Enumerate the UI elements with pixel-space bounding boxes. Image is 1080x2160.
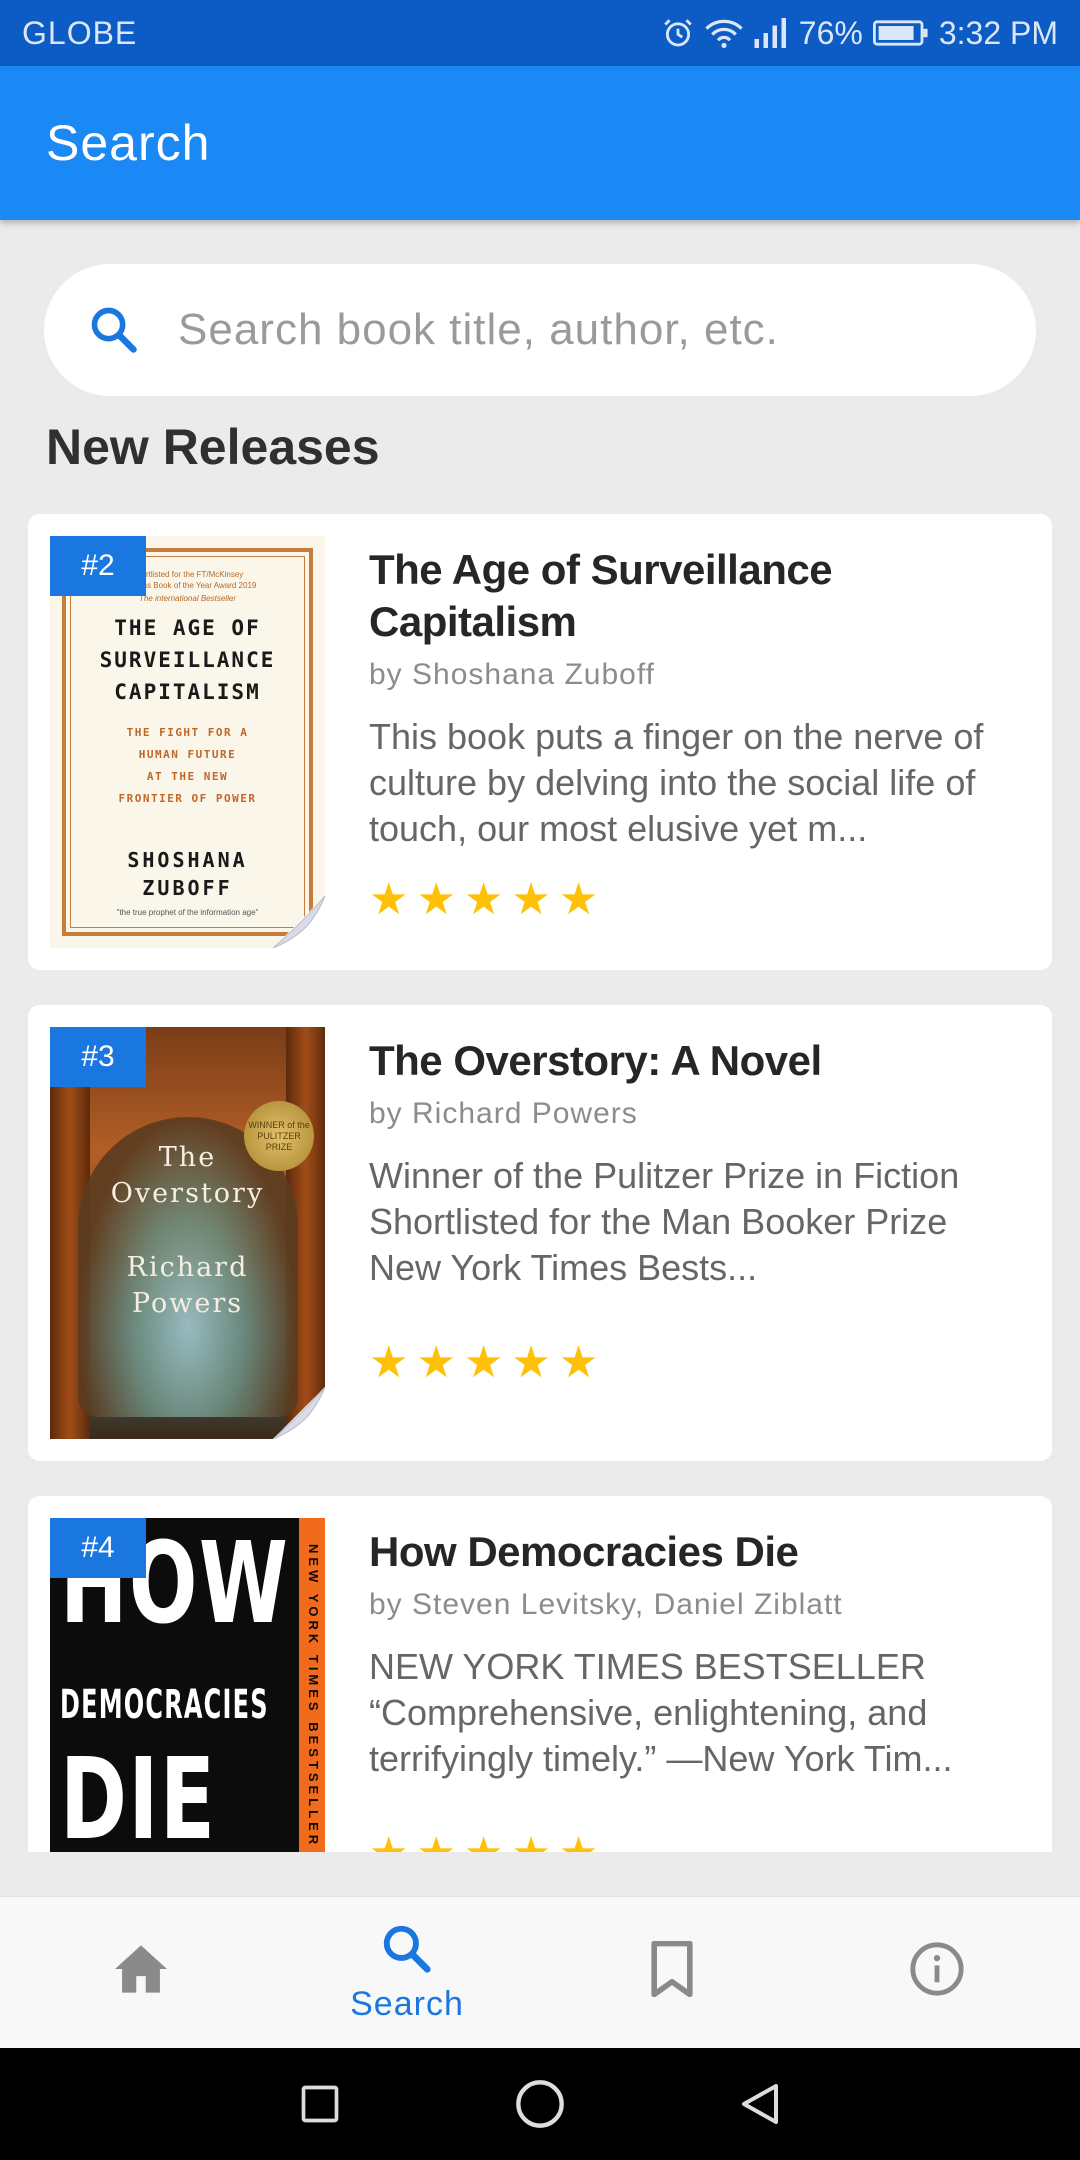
star-icon: ★: [511, 1338, 551, 1387]
recents-icon[interactable]: [288, 2072, 352, 2136]
cover-title: DIE: [60, 1735, 217, 1852]
wifi-icon: [705, 16, 743, 50]
section-title: New Releases: [46, 419, 380, 475]
star-icon: ★: [416, 1338, 456, 1387]
book-info: The Overstory: A Novel by Richard Powers…: [369, 1035, 1019, 1291]
cover-title: DEMOCRACIES: [60, 1682, 269, 1728]
battery-percent: 76%: [798, 14, 863, 51]
cover-subtitle: FRONTIER OF POWER: [118, 792, 257, 805]
book-description: This book puts a finger on the nerve of …: [369, 716, 984, 849]
cover-title: THE AGE OF: [114, 616, 261, 640]
nav-about[interactable]: [802, 1897, 1072, 2049]
search-input[interactable]: [178, 305, 998, 355]
status-bar: GLOBE 76% 3:32 PM: [0, 0, 1080, 66]
book-author: by Steven Levitsky, Daniel Ziblatt: [369, 1588, 843, 1621]
star-icon: ★: [511, 875, 551, 924]
clock: 3:32 PM: [938, 14, 1058, 51]
book-title[interactable]: The Age of Surveillance Capitalism: [369, 544, 1019, 648]
system-nav-bar: [0, 2048, 1080, 2160]
cover-title: Overstory: [110, 1178, 265, 1209]
book-card[interactable]: HOW DEMOCRACIES DIE NEW YORK TIMES BESTS…: [28, 1496, 1052, 1852]
carrier-label: GLOBE: [22, 14, 138, 51]
star-icon: ★: [416, 875, 456, 924]
page-curl-icon: [273, 1387, 325, 1439]
star-icon: ★: [463, 875, 504, 924]
book-info: How Democracies Die by Steven Levitsky, …: [369, 1526, 1019, 1782]
nav-bookmarks[interactable]: [537, 1897, 807, 2049]
book-author: by Shoshana Zuboff: [369, 658, 655, 691]
star-icon: ★: [369, 1338, 409, 1387]
book-description: Winner of the Pulitzer Prize in Fiction …: [369, 1155, 960, 1288]
star-icon: ★: [511, 1832, 550, 1853]
back-icon[interactable]: [728, 2072, 792, 2136]
star-icon: ★: [416, 1832, 455, 1853]
cover-author: Powers: [131, 1288, 244, 1319]
bookmark-icon: [649, 1940, 695, 2002]
cover-stripe: NEW YORK TIMES BESTSELLER: [306, 1544, 321, 1849]
page-title: Search: [46, 115, 211, 171]
book-card[interactable]: WINNER of the PULITZER PRIZE The Oversto…: [28, 1005, 1052, 1461]
app-bar: Search: [0, 66, 1080, 220]
home-icon: [112, 1943, 170, 2000]
book-cover: HOW DEMOCRACIES DIE NEW YORK TIMES BESTS…: [50, 1518, 325, 1852]
info-icon: [908, 1940, 966, 2003]
book-info: The Age of Surveillance Capitalism by Sh…: [369, 544, 1019, 852]
cover-title: The: [158, 1142, 217, 1173]
star-rating: ★ ★ ★ ★ ★: [369, 878, 598, 922]
book-cover: Shortlisted for the FT/McKinsey Business…: [50, 536, 325, 948]
nav-home[interactable]: [6, 1897, 276, 2049]
book-card[interactable]: Shortlisted for the FT/McKinsey Business…: [28, 514, 1052, 970]
book-list[interactable]: Shortlisted for the FT/McKinsey Business…: [0, 500, 1080, 1852]
alarm-icon: [661, 16, 695, 50]
book-cover: WINNER of the PULITZER PRIZE The Oversto…: [50, 1027, 325, 1439]
star-rating: ★ ★ ★ ★ ★: [369, 1341, 598, 1385]
star-icon: ★: [463, 1338, 504, 1387]
battery-icon: [872, 19, 929, 47]
rank-badge: #3: [50, 1027, 146, 1087]
signal-icon: [753, 18, 789, 48]
nav-search-label: Search: [350, 1985, 464, 2023]
search-icon: [84, 300, 144, 360]
book-title[interactable]: How Democracies Die: [369, 1526, 1019, 1578]
star-icon: ★: [558, 875, 599, 924]
star-icon: ★: [369, 875, 409, 924]
cover-author: SHOSHANA: [127, 848, 248, 872]
star-icon: ★: [369, 1832, 408, 1853]
search-icon: [380, 1922, 434, 1981]
page-curl-icon: [273, 896, 325, 948]
book-title[interactable]: The Overstory: A Novel: [369, 1035, 1019, 1087]
book-description: NEW YORK TIMES BESTSELLER “Comprehensive…: [369, 1646, 953, 1779]
cover-title: SURVEILLANCE: [99, 648, 276, 672]
cover-title: CAPITALISM: [114, 680, 261, 704]
rank-badge: #4: [50, 1518, 146, 1578]
cover-subtitle: HUMAN FUTURE: [138, 748, 237, 761]
star-icon: ★: [464, 1832, 503, 1853]
star-icon: ★: [558, 1338, 599, 1387]
cover-subtitle: AT THE NEW: [146, 770, 229, 783]
nav-search[interactable]: Search: [272, 1897, 542, 2049]
cover-subtitle: THE FIGHT FOR A: [126, 726, 249, 739]
search-bar[interactable]: [44, 264, 1036, 396]
star-icon: ★: [559, 1832, 598, 1853]
bottom-nav: Search: [0, 1896, 1080, 2048]
book-author: by Richard Powers: [369, 1097, 638, 1130]
cover-author: Richard: [126, 1252, 249, 1283]
rank-badge: #2: [50, 536, 146, 596]
star-rating: ★ ★ ★ ★ ★: [369, 1832, 598, 1853]
home-button-icon[interactable]: [508, 2072, 572, 2136]
